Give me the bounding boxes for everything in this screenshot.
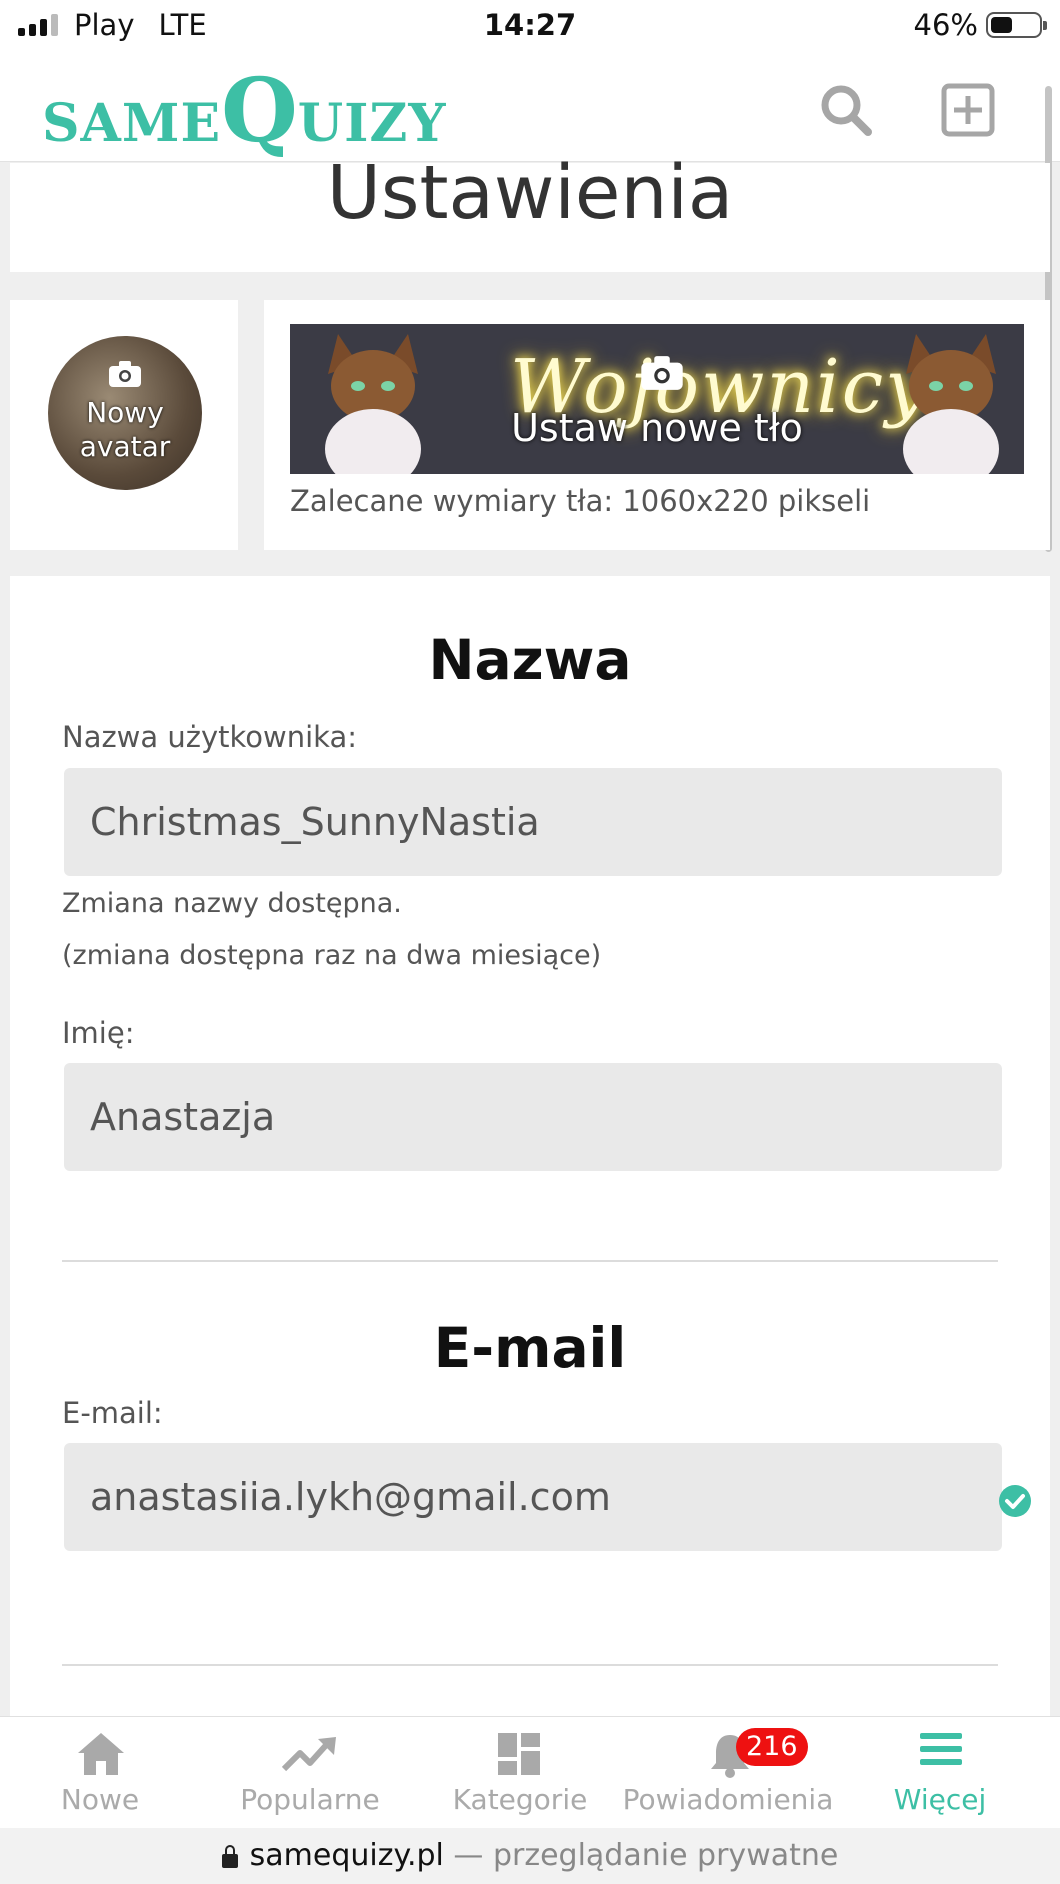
status-right: 46% <box>913 8 1047 42</box>
search-icon[interactable] <box>818 82 874 138</box>
dashboard-icon <box>498 1733 540 1775</box>
background-upload[interactable]: Wojownicy Ustaw nowe tło <box>290 324 1024 474</box>
name-section-title: Nazwa <box>428 628 632 692</box>
email-label: E-mail: <box>62 1396 163 1430</box>
cat-art-left <box>325 334 421 474</box>
logo-part-2: Q <box>221 58 298 162</box>
email-section-title: E-mail <box>433 1316 627 1380</box>
browser-url-bar[interactable]: samequizy.pl — przeglądanie prywatne <box>0 1828 1060 1884</box>
menu-icon <box>920 1733 962 1765</box>
logo-part-3: UIZY <box>297 93 447 154</box>
cat-art-right <box>903 334 999 474</box>
nav-label: Popularne <box>240 1783 380 1816</box>
camera-icon <box>109 361 141 387</box>
battery-icon <box>986 12 1047 38</box>
notification-count-badge: 216 <box>736 1728 808 1766</box>
site-header: SAMEQUIZY <box>0 56 1060 162</box>
lock-icon <box>221 1844 238 1868</box>
first-name-label: Imię: <box>62 1016 135 1050</box>
battery-percent: 46% <box>913 8 978 42</box>
trending-icon <box>282 1737 336 1772</box>
page-title: Ustawienia <box>326 150 734 236</box>
background-size-hint: Zalecane wymiary tła: 1060x220 pikseli <box>290 484 871 518</box>
nav-item-nowe[interactable]: Nowe <box>20 1717 180 1829</box>
nav-label: Więcej <box>893 1783 987 1816</box>
avatar-label: Nowy avatar <box>79 396 171 463</box>
avatar-upload[interactable]: Nowy avatar <box>48 336 202 490</box>
private-mode-label: — przeglądanie prywatne <box>443 1838 839 1873</box>
username-change-note: Zmiana nazwy dostępna. <box>62 888 402 919</box>
nav-item-kategorie[interactable]: Kategorie <box>440 1717 600 1829</box>
clock: 14:27 <box>483 8 577 42</box>
home-icon <box>78 1733 124 1775</box>
url-domain: samequizy.pl <box>249 1838 444 1873</box>
background-label: Ustaw nowe tło <box>511 406 803 450</box>
username-input[interactable] <box>64 768 1002 876</box>
first-name-input[interactable] <box>64 1063 1002 1171</box>
status-bar: Play LTE 14:27 46% <box>0 0 1060 56</box>
nav-label: Powiadomienia <box>622 1783 834 1816</box>
nav-label: Kategorie <box>452 1783 588 1816</box>
username-change-frequency: (zmiana dostępna raz na dwa miesiące) <box>62 940 602 971</box>
section-divider <box>62 1664 998 1666</box>
nav-label: Nowe <box>60 1783 140 1816</box>
bottom-nav: Nowe Popularne Kategorie Powiadomienia W… <box>0 1716 1060 1828</box>
plus-square-icon[interactable] <box>940 82 996 138</box>
nav-item-wiecej[interactable]: Więcej <box>870 1717 1010 1829</box>
check-circle-icon <box>999 1485 1031 1517</box>
samequizy-logo[interactable]: SAMEQUIZY <box>42 58 447 162</box>
section-divider <box>62 1260 998 1262</box>
camera-icon <box>641 356 683 390</box>
username-label: Nazwa użytkownika: <box>62 720 358 754</box>
logo-part-1: SAME <box>42 93 222 154</box>
nav-item-popularne[interactable]: Popularne <box>220 1717 400 1829</box>
email-input[interactable] <box>64 1443 1002 1551</box>
